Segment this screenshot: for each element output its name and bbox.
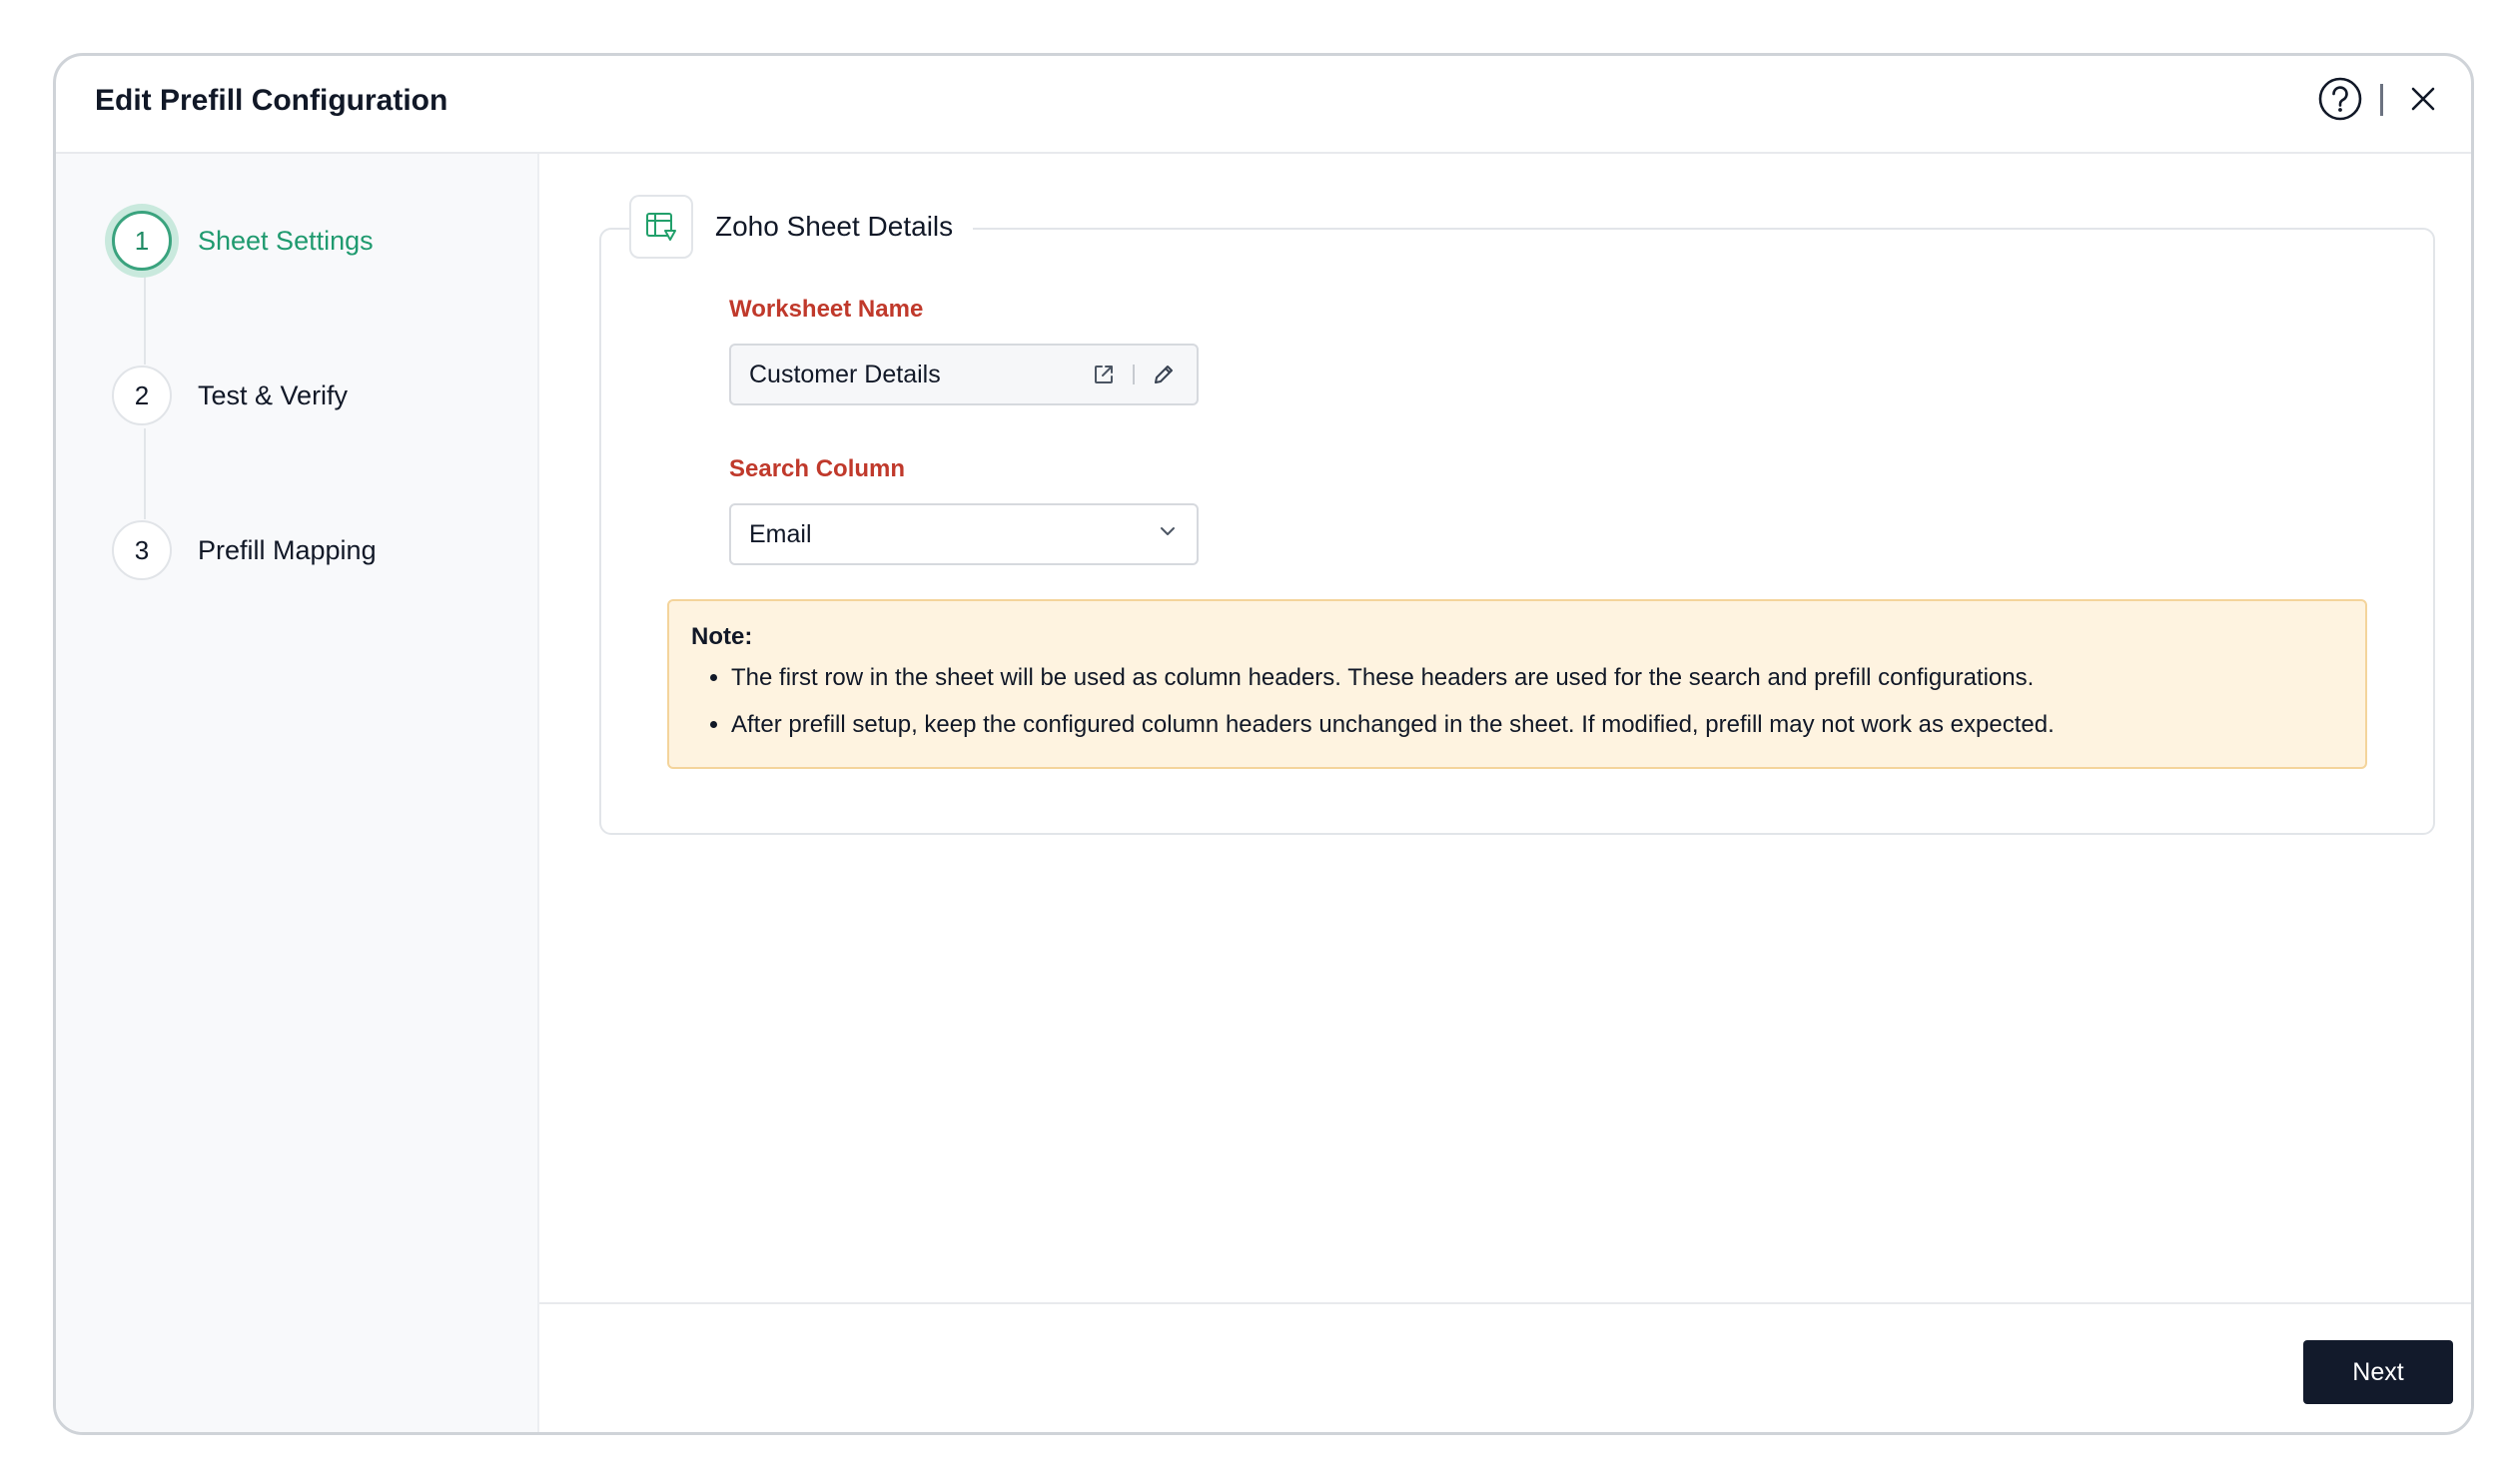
search-column-label: Search Column [729,455,906,482]
prefill-config-dialog: Edit Prefill Configuration 1 Sheet Setti… [53,53,2474,1435]
step-number: 1 [112,211,172,271]
next-button[interactable]: Next [2303,1340,2453,1404]
step-test-verify[interactable]: 2 Test & Verify [112,361,348,430]
step-connector [144,274,146,365]
step-label: Prefill Mapping [198,534,377,565]
step-sheet-settings[interactable]: 1 Sheet Settings [112,206,374,276]
note-title: Note: [691,623,753,650]
note-box: Note: The first row in the sheet will be… [667,599,2367,769]
note-item: The first row in the sheet will be used … [731,661,2343,695]
step-number: 3 [112,520,172,580]
search-column-select[interactable]: Email [729,503,1199,565]
step-connector [144,428,146,519]
field-divider [1133,365,1135,384]
external-link-icon[interactable] [1089,360,1119,389]
help-icon[interactable] [2317,76,2363,122]
note-item: After prefill setup, keep the configured… [731,708,2343,742]
chevron-down-icon [1157,520,1179,549]
steps-sidebar: 1 Sheet Settings 2 Test & Verify 3 Prefi… [56,154,539,1432]
note-list: The first row in the sheet will be used … [691,661,2343,742]
dialog-title: Edit Prefill Configuration [95,84,448,117]
close-icon[interactable] [2402,78,2444,120]
step-prefill-mapping[interactable]: 3 Prefill Mapping [112,515,377,585]
search-column-value: Email [749,519,812,548]
step-number: 2 [112,366,172,425]
section-legend: Zoho Sheet Details [629,192,974,262]
step-label: Sheet Settings [198,225,374,256]
worksheet-name-field: Customer Details [729,344,1199,405]
worksheet-name-label: Worksheet Name [729,296,924,323]
dialog-footer: Next [539,1302,2471,1432]
zoho-sheet-icon [629,195,693,259]
section-title: Zoho Sheet Details [715,211,954,242]
header-divider [2380,84,2383,116]
worksheet-name-value: Customer Details [749,360,941,388]
zoho-sheet-details-card: Worksheet Name Customer Details Search C… [599,228,2435,835]
step-label: Test & Verify [198,379,349,410]
main-content: Worksheet Name Customer Details Search C… [539,154,2471,1432]
pencil-icon[interactable] [1149,360,1179,389]
dialog-header: Edit Prefill Configuration [56,56,2471,154]
